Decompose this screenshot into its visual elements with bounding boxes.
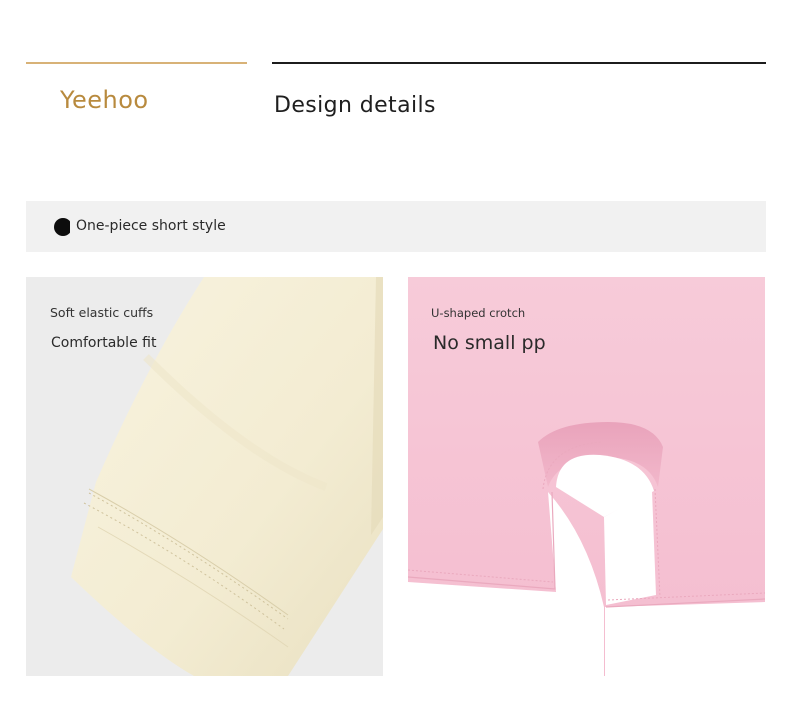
- feature-caption: U-shaped crotch: [431, 306, 526, 320]
- brand-name: Yeehoo: [60, 86, 149, 114]
- feature-subtitle: No small pp: [433, 332, 546, 354]
- feature-card-cuffs: Soft elastic cuffs Comfortable fit: [26, 277, 383, 676]
- style-banner: One-piece short style: [26, 201, 766, 252]
- style-label: One-piece short style: [76, 218, 226, 234]
- brand-rule: [26, 62, 247, 64]
- feature-card-crotch: U-shaped crotch No small pp: [408, 277, 765, 676]
- bullet-icon: [54, 218, 74, 236]
- title-rule: [272, 62, 766, 64]
- section-title: Design details: [274, 93, 436, 118]
- feature-subtitle: Comfortable fit: [51, 335, 157, 351]
- feature-caption: Soft elastic cuffs: [50, 305, 154, 320]
